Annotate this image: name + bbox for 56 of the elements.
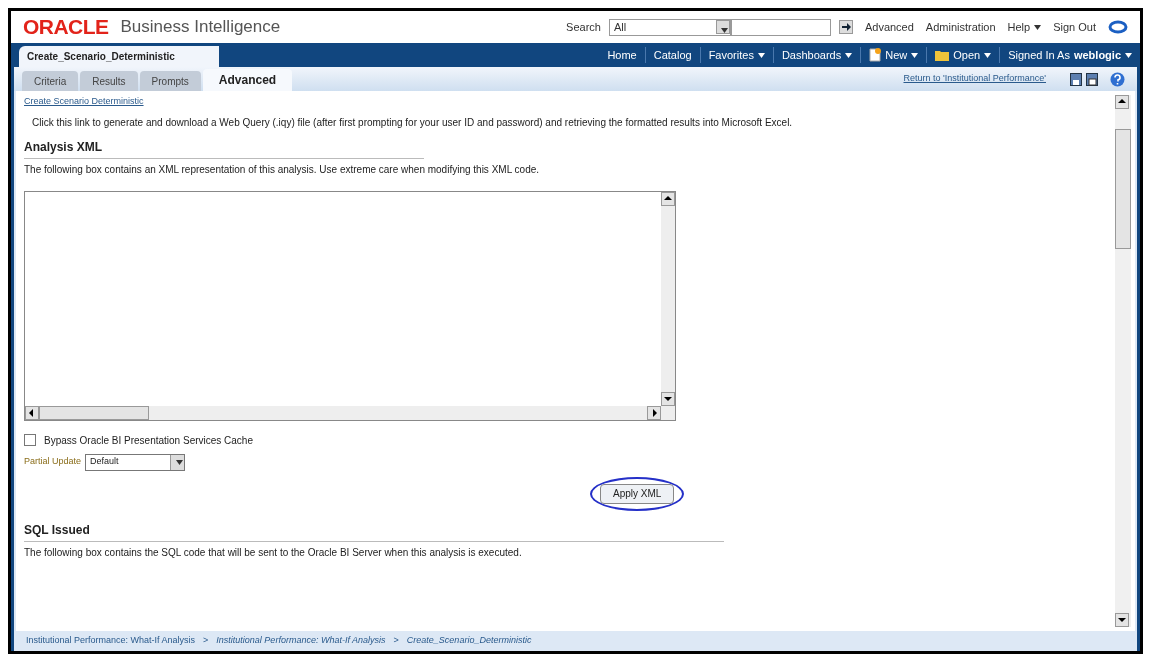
checkbox[interactable] [24,434,36,446]
tab[interactable]: Prompts [139,71,201,91]
section-heading: SQL Issued [24,520,724,542]
folder-icon [935,49,950,61]
save-as-icon[interactable] [1086,72,1098,86]
scroll-thumb[interactable] [39,405,149,420]
new-document-icon [869,48,882,62]
product-name: Business Intelligence [120,16,281,39]
breadcrumb-separator: > [393,634,399,648]
search-go-icon[interactable] [838,20,853,34]
caret-icon [176,459,184,465]
oracle-logo: ORACLE [23,14,109,41]
breadcrumb-link[interactable]: Create_Scenario_Deterministic [406,634,532,648]
breadcrumb-link[interactable]: Institutional Performance: What-If Analysis [26,634,196,648]
caret-icon [984,52,992,58]
partial-update-dropdown[interactable]: Default [85,453,186,471]
header-link[interactable]: Sign Out [1053,18,1096,36]
save-icon[interactable] [1070,72,1082,86]
page-scrollbar[interactable] [1115,95,1131,627]
nav-menu-item[interactable]: Catalog [645,46,701,64]
link-description: Click this link to generate and download a Web Query (.iqy) file (after first prompting for your user ID and password) and retrieving the formatted results into Microsoft Excel. [32,115,794,130]
section-note: The following box contains an XML representation of this analysis. Use extreme care when modifying this XML code. [24,162,541,177]
search-scope-dropdown[interactable]: All [608,18,731,36]
apply-xml-button[interactable]: Apply XML [600,483,675,504]
return-link[interactable]: Return to 'Institutional Performance' [903,72,1046,86]
caret-icon [1125,53,1132,59]
query-link[interactable]: Create Scenario Deterministic [24,95,144,109]
oracle-ring-icon [1108,20,1128,34]
nav-menu-item[interactable]: New [861,46,928,64]
checkbox-label: Bypass Oracle BI Presentation Services Cache [44,433,253,448]
nav-menu-item[interactable]: Open [927,46,1001,64]
search-label: Search [566,19,601,35]
section-heading: Analysis XML [24,137,424,159]
tab[interactable]: Advanced [202,69,293,91]
tab[interactable]: Criteria [22,71,79,91]
breadcrumb-separator: > [203,634,209,648]
caret-icon [845,52,853,58]
caret-icon [1034,25,1042,31]
caret-icon [911,52,919,58]
signed-in-label: Signed In As [1007,47,1070,63]
header-link[interactable]: Help [1007,18,1042,36]
header-link[interactable]: Advanced [864,18,914,36]
scroll-thumb[interactable] [1115,129,1131,249]
nav-menu-item[interactable]: Dashboards [773,46,862,64]
caret-icon [757,52,765,58]
breadcrumb-link[interactable]: Institutional Performance: What-If Analysis [216,634,386,648]
header-link[interactable]: Administration [925,18,996,36]
search-field[interactable] [730,18,831,36]
nav-menu-item[interactable]: Home [599,46,646,64]
user-menu[interactable]: weblogic [1069,46,1132,64]
section-note: The following box contains the SQL code that will be sent to the Oracle BI Server when this analysis is executed. [24,545,523,560]
partial-update-label: Partial Update [24,455,82,469]
help-icon[interactable] [1110,71,1125,87]
nav-menu-item[interactable]: Favorites [700,46,774,64]
tab[interactable]: Results [80,71,138,91]
caret-icon [720,27,728,33]
